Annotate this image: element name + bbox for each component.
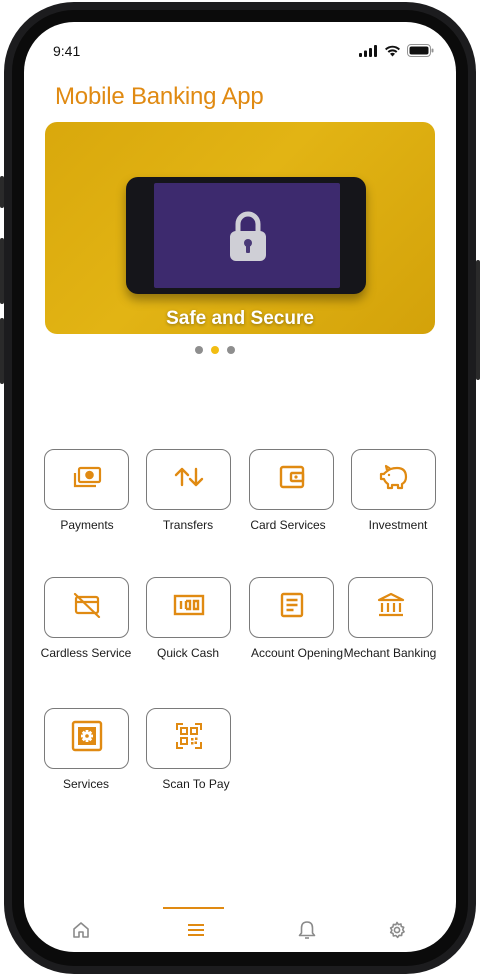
- card-off-icon: [73, 592, 101, 623]
- merchant-banking-button[interactable]: [348, 577, 433, 638]
- document-icon: [280, 592, 304, 623]
- banner-caption: Safe and Secure: [166, 308, 314, 329]
- quick-cash-button[interactable]: [146, 577, 231, 638]
- card-services-button[interactable]: [249, 449, 334, 510]
- screen: 9:41 Mobile Banking App Safe and Secure …: [24, 22, 456, 952]
- payments-label: Payments: [60, 518, 114, 532]
- status-bar: 9:41: [24, 22, 456, 78]
- battery-icon: [407, 44, 434, 62]
- menu-icon: [187, 923, 205, 942]
- transfer-arrows-icon: [173, 466, 205, 493]
- volume-up-button: [0, 238, 4, 304]
- cellular-signal-icon: [359, 44, 378, 62]
- investment-button[interactable]: [351, 449, 436, 510]
- status-icons: [359, 44, 434, 62]
- home-icon: [72, 921, 90, 944]
- nav-settings[interactable]: [382, 917, 412, 947]
- wifi-icon: [384, 44, 401, 62]
- gear-icon: [388, 921, 406, 944]
- account-opening-button[interactable]: [249, 577, 334, 638]
- investment-label: Investment: [368, 518, 428, 532]
- wallet-icon: [279, 464, 305, 495]
- silent-switch: [0, 176, 4, 208]
- nav-home[interactable]: [66, 917, 96, 947]
- payments-button[interactable]: [44, 449, 129, 510]
- bottom-nav: [24, 902, 456, 952]
- settings-box-icon: [71, 720, 103, 757]
- account-opening-label: Account Opening: [250, 646, 344, 660]
- transfers-label: Transfers: [162, 518, 214, 532]
- services-label: Services: [62, 777, 110, 791]
- merchant-banking-label: Mechant Banking: [343, 646, 437, 660]
- card-services-label: Card Services: [250, 518, 326, 532]
- cardless-service-button[interactable]: [44, 577, 129, 638]
- volume-down-button: [0, 318, 4, 384]
- scan-to-pay-label: Scan To Pay: [162, 777, 230, 791]
- app-title: Mobile Banking App: [55, 83, 264, 110]
- nav-menu[interactable]: [181, 917, 211, 947]
- money-icon: [72, 465, 102, 494]
- nav-active-indicator: [163, 907, 224, 909]
- pager-dot[interactable]: [227, 346, 235, 354]
- bell-icon: [298, 920, 316, 945]
- piggy-bank-icon: [379, 464, 409, 495]
- cardless-service-label: Cardless Service: [40, 646, 132, 660]
- qr-code-icon: [175, 722, 203, 755]
- pager-dot[interactable]: [195, 346, 203, 354]
- services-button[interactable]: [44, 708, 129, 769]
- pager-dot-active[interactable]: [211, 346, 219, 354]
- bank-icon: [377, 592, 405, 623]
- cash-icon: [173, 593, 205, 622]
- lock-icon: [229, 210, 267, 267]
- scan-to-pay-button[interactable]: [146, 708, 231, 769]
- status-time: 9:41: [53, 43, 81, 59]
- banner-phone-screen: [154, 183, 340, 288]
- transfers-button[interactable]: [146, 449, 231, 510]
- power-button: [476, 260, 480, 380]
- nav-notifications[interactable]: [292, 917, 322, 947]
- banner-phone-image: [126, 177, 366, 294]
- quick-cash-label: Quick Cash: [156, 646, 220, 660]
- carousel-pager: [195, 346, 235, 354]
- promo-banner[interactable]: Safe and Secure: [45, 122, 435, 334]
